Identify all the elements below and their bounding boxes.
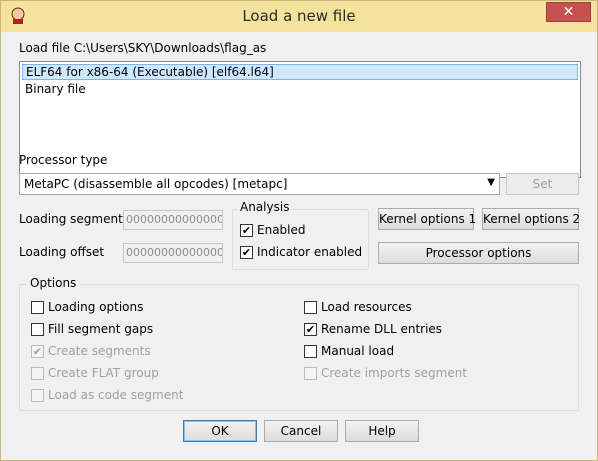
loading-offset-field[interactable]: 0000000000000000 xyxy=(123,243,223,263)
loading-options-checkbox[interactable]: Loading options xyxy=(31,300,143,314)
analysis-enabled-checkbox[interactable]: ✔ Enabled xyxy=(240,223,306,237)
loading-segment-label: Loading segment xyxy=(19,212,123,226)
processor-type-label: Processor type xyxy=(19,153,108,167)
set-button[interactable]: Set xyxy=(506,173,579,195)
load-as-code-segment-checkbox[interactable]: Load as code segment xyxy=(31,388,183,402)
indicator-enabled-checkbox[interactable]: ✔ Indicator enabled xyxy=(240,245,362,259)
loading-offset-label: Loading offset xyxy=(19,245,105,259)
indicator-enabled-label: Indicator enabled xyxy=(257,245,363,259)
checkbox-label: Create segments xyxy=(48,344,151,358)
close-icon: ✕ xyxy=(562,4,575,20)
checkbox-icon: ✔ xyxy=(304,322,317,336)
options-group-title: Options xyxy=(27,276,80,290)
load-resources-checkbox[interactable]: Load resources xyxy=(304,300,412,314)
analysis-enabled-label: Enabled xyxy=(257,223,306,237)
processor-type-select[interactable]: MetaPC (disassemble all opcodes) [metapc… xyxy=(19,173,500,195)
checkbox-icon xyxy=(304,344,317,358)
checkbox-label: Rename DLL entries xyxy=(321,322,443,336)
loading-segment-field[interactable]: 0000000000000000 xyxy=(123,210,223,230)
cancel-button[interactable]: Cancel xyxy=(264,420,338,442)
checkbox-icon xyxy=(304,366,317,380)
checkbox-icon: ✔ xyxy=(240,245,253,259)
create-imports-segment-checkbox[interactable]: Create imports segment xyxy=(304,366,467,380)
title-bar[interactable]: Load a new file ✕ xyxy=(1,1,597,32)
checkbox-icon xyxy=(31,300,44,314)
processor-type-value: MetaPC (disassemble all opcodes) [metapc… xyxy=(24,177,288,191)
dialog-body: Load file C:\Users\SKY\Downloads\flag_as… xyxy=(2,32,596,460)
load-file-dialog: Load a new file ✕ Load file C:\Users\SKY… xyxy=(0,0,598,461)
kernel-options-1-button[interactable]: Kernel options 1 xyxy=(378,208,476,230)
checkbox-icon xyxy=(31,388,44,402)
close-button[interactable]: ✕ xyxy=(546,2,591,22)
list-item[interactable]: Binary file xyxy=(22,81,86,97)
create-flat-group-checkbox[interactable]: Create FLAT group xyxy=(31,366,159,380)
list-item[interactable]: ELF64 for x86-64 (Executable) [elf64.l64… xyxy=(22,64,578,80)
checkbox-icon xyxy=(31,366,44,380)
manual-load-checkbox[interactable]: Manual load xyxy=(304,344,394,358)
checkbox-icon: ✔ xyxy=(31,344,44,358)
ok-button[interactable]: OK xyxy=(183,420,257,442)
checkbox-label: Create FLAT group xyxy=(48,366,159,380)
create-segments-checkbox[interactable]: ✔ Create segments xyxy=(31,344,151,358)
window-title: Load a new file xyxy=(242,7,356,25)
checkbox-icon xyxy=(31,322,44,336)
analysis-group xyxy=(232,209,369,270)
checkbox-label: Load as code segment xyxy=(48,388,184,402)
checkbox-label: Manual load xyxy=(321,344,395,358)
checkbox-label: Loading options xyxy=(48,300,144,314)
analysis-group-title: Analysis xyxy=(237,200,293,214)
checkbox-icon xyxy=(304,300,317,314)
rename-dll-entries-checkbox[interactable]: ✔ Rename DLL entries xyxy=(304,322,442,336)
kernel-options-2-button[interactable]: Kernel options 2 xyxy=(482,208,580,230)
help-button[interactable]: Help xyxy=(345,420,419,442)
checkbox-label: Fill segment gaps xyxy=(48,322,154,336)
fill-segment-gaps-checkbox[interactable]: Fill segment gaps xyxy=(31,322,153,336)
checkbox-label: Load resources xyxy=(321,300,412,314)
checkbox-label: Create imports segment xyxy=(321,366,468,380)
load-file-label: Load file C:\Users\SKY\Downloads\flag_as xyxy=(19,41,267,55)
chevron-down-icon: ▼ xyxy=(487,177,495,188)
checkbox-icon: ✔ xyxy=(240,223,253,237)
processor-options-button[interactable]: Processor options xyxy=(378,242,579,264)
